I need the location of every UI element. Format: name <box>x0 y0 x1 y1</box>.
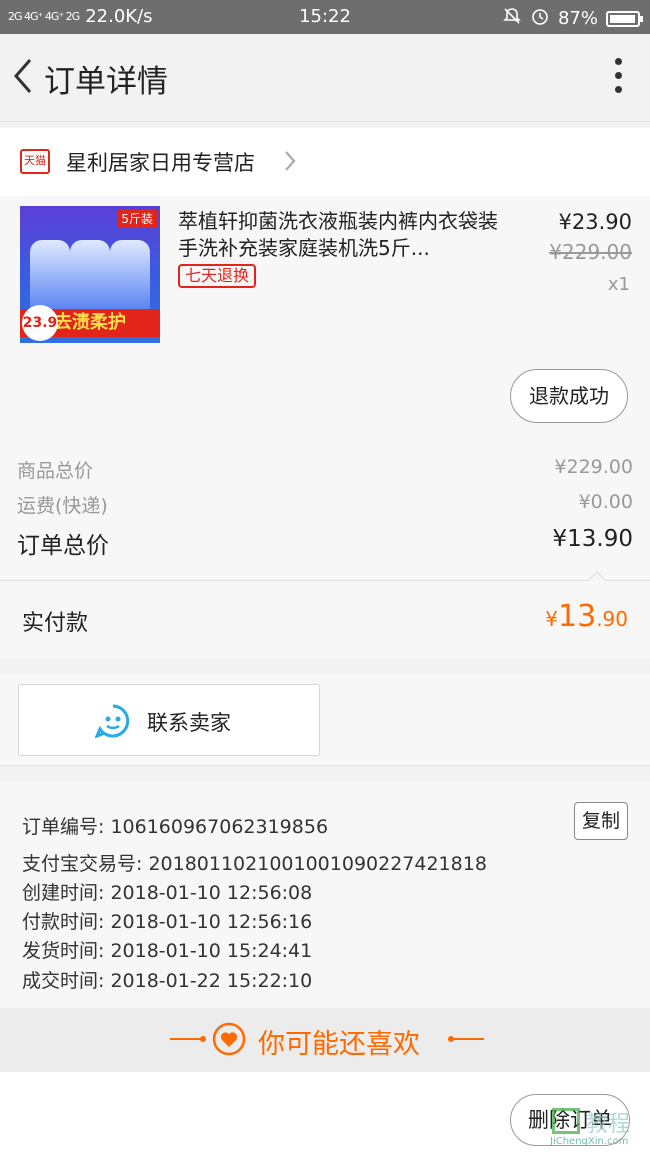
alipay-number: 支付宝交易号: 2018011021001001090227421818 <box>22 853 487 875</box>
amount-decimal: .90 <box>596 607 628 631</box>
product-quantity: x1 <box>607 274 630 295</box>
goods-total-value: ¥229.00 <box>554 456 633 478</box>
created-time: 创建时间: 2018-01-10 12:56:08 <box>22 882 313 904</box>
caret-up-icon <box>588 571 606 581</box>
order-info: 订单编号: 106160967062319856 复制 支付宝交易号: 2018… <box>0 782 650 1008</box>
shipping-label: 运费(快递) <box>17 495 108 517</box>
actual-payment-label: 实付款 <box>22 611 89 636</box>
chevron-left-icon[interactable] <box>6 54 46 98</box>
watermark-sub: JiChengXin.com <box>550 1136 629 1147</box>
order-total-row: 订单总价 ¥13.90 <box>17 526 633 560</box>
contact-seller-button[interactable]: 联系卖家 <box>18 684 320 756</box>
order-item-card: 天猫 星利居家日用专营店 5斤装 去渍柔护 23.9 萃植轩抑菌洗衣液瓶装内裤内… <box>0 128 650 430</box>
actual-payment-amount: ¥13.90 <box>545 599 628 634</box>
top-nav-bar: 订单详情 <box>0 34 650 122</box>
watermark: 教程 JiChengXin.com <box>530 1102 646 1147</box>
status-bar: 2G 4G⁺ 4G⁺ 2G 22.0K/s 15:22 87% <box>0 0 650 34</box>
alarm-icon <box>530 6 550 31</box>
watermark-text: 教程 <box>586 1112 631 1137</box>
heart-icon <box>212 1022 246 1056</box>
battery-percent: 87% <box>557 8 598 29</box>
shipping-value: ¥0.00 <box>578 491 633 513</box>
bottom-action-bar: 删除订单 教程 JiChengXin.com <box>0 1072 650 1155</box>
product-image[interactable]: 5斤装 去渍柔护 23.9 <box>20 206 160 343</box>
battery-icon <box>606 10 643 27</box>
shipped-time: 发货时间: 2018-01-10 15:24:41 <box>22 940 313 962</box>
goods-total-label: 商品总价 <box>17 460 94 482</box>
image-tag: 5斤装 <box>117 209 157 228</box>
mute-icon <box>502 6 522 31</box>
contact-section: 联系卖家 <box>0 674 650 766</box>
recommendation-title: 你可能还喜欢 <box>258 1029 420 1060</box>
chevron-right-icon <box>282 149 298 173</box>
shop-name: 星利居家日用专营店 <box>66 151 255 175</box>
page-title: 订单详情 <box>44 64 168 100</box>
copy-button[interactable]: 复制 <box>574 802 628 840</box>
tmall-logo-icon: 天猫 <box>20 149 50 174</box>
product-title[interactable]: 萃植轩抑菌洗衣液瓶装内裤内衣袋装手洗补充装家庭装机洗5斤... <box>178 208 498 262</box>
return-policy-badge: 七天退换 <box>178 264 257 288</box>
amount-integer: 13 <box>558 599 597 634</box>
product-price: ¥23.90 <box>558 210 632 234</box>
order-total-value: ¥13.90 <box>552 526 633 552</box>
goods-total-row: 商品总价 ¥229.00 <box>17 456 633 483</box>
refund-status-button[interactable]: 退款成功 <box>510 369 628 423</box>
order-total-label: 订单总价 <box>17 533 109 559</box>
image-price: 23.9 <box>22 305 58 341</box>
paid-time: 付款时间: 2018-01-10 12:56:16 <box>22 911 313 933</box>
recommendation-header: 你可能还喜欢 <box>0 1008 650 1072</box>
actual-payment-row: 实付款 ¥13.90 <box>0 571 650 658</box>
original-price: ¥229.00 <box>549 240 632 264</box>
chat-face-icon <box>95 704 130 739</box>
price-summary: 商品总价 ¥229.00 运费(快递) ¥0.00 订单总价 ¥13.90 <box>0 430 650 580</box>
order-number: 订单编号: 106160967062319856 <box>22 816 329 838</box>
more-vertical-icon[interactable] <box>612 58 624 98</box>
completed-time: 成交时间: 2018-01-22 15:22:10 <box>22 970 313 992</box>
contact-seller-label: 联系卖家 <box>147 711 231 735</box>
shop-link[interactable]: 天猫 星利居家日用专营店 <box>0 128 650 196</box>
status-right: 87% <box>502 6 643 31</box>
currency-symbol: ¥ <box>545 607 558 631</box>
shipping-row: 运费(快递) ¥0.00 <box>17 491 633 518</box>
